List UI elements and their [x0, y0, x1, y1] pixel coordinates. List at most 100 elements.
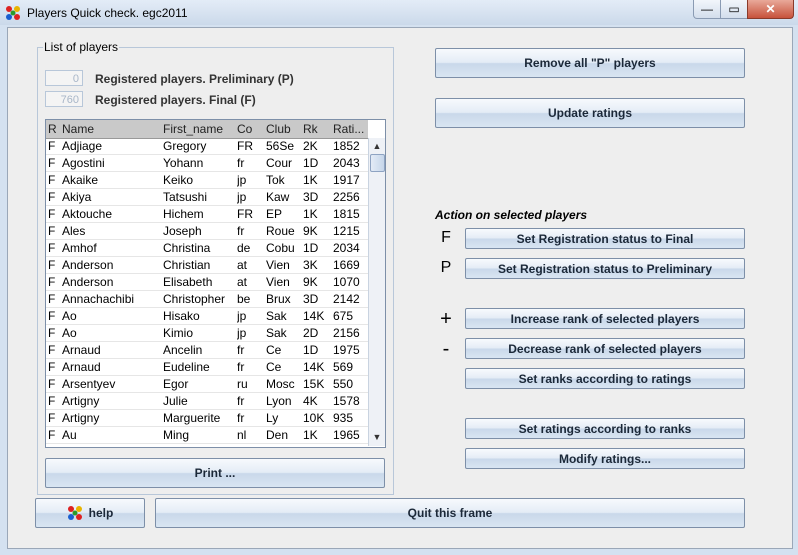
minimize-button[interactable]: —: [693, 0, 721, 19]
plus-symbol: +: [440, 308, 452, 330]
cell-registration: F: [48, 275, 56, 289]
cell-country: FR: [237, 139, 253, 153]
modify-ratings-button[interactable]: Modify ratings...: [465, 448, 745, 469]
cell-registration: F: [48, 292, 56, 306]
maximize-button[interactable]: ▭: [720, 0, 748, 19]
app-logo-icon: [6, 6, 20, 20]
cell-first-name: Hichem: [163, 207, 204, 221]
cell-name: Anderson: [62, 275, 114, 289]
column-header-country[interactable]: Co: [237, 122, 263, 136]
cell-rank: 1K: [303, 173, 318, 187]
table-row[interactable]: F Agostini Yohann fr Cour 1D 2043: [46, 155, 368, 172]
column-header-registration[interactable]: R: [48, 122, 60, 136]
minus-symbol: -: [442, 338, 450, 360]
cell-club: Ce: [266, 360, 282, 374]
cell-registration: F: [48, 173, 56, 187]
cell-registration: F: [48, 326, 56, 340]
ratings-by-ranks-button[interactable]: Set ratings according to ranks: [465, 418, 745, 439]
maximize-icon: ▭: [728, 2, 740, 16]
table-row[interactable]: F Amhof Christina de Cobu 1D 2034: [46, 240, 368, 257]
table-row[interactable]: F Ao Hisako jp Sak 14K 675: [46, 308, 368, 325]
close-button[interactable]: ✕: [747, 0, 794, 19]
table-row[interactable]: F Artigny Marguerite fr Ly 10K 935: [46, 410, 368, 427]
cell-country: be: [237, 292, 251, 306]
cell-country: at: [237, 275, 248, 289]
help-label: help: [88, 506, 114, 520]
cell-first-name: Julie: [163, 394, 188, 408]
table-row[interactable]: FAulaMatti fiTorn1K1839: [46, 444, 368, 447]
print-button[interactable]: Print ...: [45, 458, 385, 488]
cell-rating: 1917: [333, 173, 360, 187]
table-row[interactable]: F Ales Joseph fr Roue 9K 1215: [46, 223, 368, 240]
cell-country: de: [237, 241, 251, 255]
cell-name: Akiya: [62, 190, 92, 204]
preliminary-symbol: P: [440, 259, 452, 276]
cell-name: Au: [62, 428, 77, 442]
column-header-rating[interactable]: Rati...: [333, 122, 366, 136]
column-header-name[interactable]: Name: [62, 122, 160, 136]
cell-rank: 2K: [303, 139, 318, 153]
scroll-up-icon[interactable]: ▲: [370, 139, 384, 153]
cell-registration: F: [48, 445, 60, 447]
cell-country: fr: [237, 343, 245, 357]
cell-first-name: Yohann: [163, 156, 204, 170]
cell-name: Adjiage: [62, 139, 103, 153]
cell-rank: 3K: [303, 258, 318, 272]
players-table[interactable]: R Name First_name Co Club Rk Rati... F Ad…: [45, 119, 386, 448]
table-row[interactable]: F Aktouche Hichem FR EP 1K 1815: [46, 206, 368, 223]
cell-registration: F: [48, 394, 56, 408]
cell-country: ru: [237, 377, 248, 391]
table-row[interactable]: F Annachachibi Christopher be Brux 3D 2142: [46, 291, 368, 308]
cell-registration: F: [48, 190, 56, 204]
table-row[interactable]: F Arnaud Eudeline fr Ce 14K 569: [46, 359, 368, 376]
column-header-rank[interactable]: Rk: [303, 122, 330, 136]
cell-first-name: Keiko: [163, 173, 194, 187]
table-row[interactable]: F Artigny Julie fr Lyon 4K 1578: [46, 393, 368, 410]
cell-name: Arnaud: [62, 360, 101, 374]
cell-name: Anderson: [62, 258, 114, 272]
cell-first-name: Tatsushi: [163, 190, 208, 204]
help-button[interactable]: help: [35, 498, 145, 528]
cell-club: Sak: [266, 309, 287, 323]
scroll-down-icon[interactable]: ▼: [370, 430, 384, 444]
cell-first-name: Hisako: [163, 309, 200, 323]
table-row[interactable]: F Akaike Keiko jp Tok 1K 1917: [46, 172, 368, 189]
increase-rank-button[interactable]: Increase rank of selected players: [465, 308, 745, 329]
cell-name: Aula: [62, 445, 160, 447]
cell-country: fr: [237, 411, 245, 425]
cell-rating: 550: [333, 377, 354, 391]
table-row[interactable]: F Akiya Tatsushi jp Kaw 3D 2256: [46, 189, 368, 206]
table-row[interactable]: F Au Ming nl Den 1K 1965: [46, 427, 368, 444]
table-row[interactable]: F Ao Kimio jp Sak 2D 2156: [46, 325, 368, 342]
update-ratings-button[interactable]: Update ratings: [435, 98, 745, 128]
cell-registration: F: [48, 224, 56, 238]
scroll-thumb[interactable]: [370, 154, 385, 172]
remove-p-players-button[interactable]: Remove all "P" players: [435, 48, 745, 78]
cell-name: Annachachibi: [62, 292, 135, 306]
ranks-by-ratings-button[interactable]: Set ranks according to ratings: [465, 368, 745, 389]
table-row[interactable]: F Adjiage Gregory FR 56Se 2K 1852: [46, 138, 368, 155]
cell-rating: 1215: [333, 224, 360, 238]
decrease-rank-button[interactable]: Decrease rank of selected players: [465, 338, 745, 359]
cell-club: Mosc: [266, 377, 295, 391]
column-header-first-name[interactable]: First_name: [163, 122, 233, 136]
cell-first-name: Christian: [163, 258, 211, 272]
cell-first-name: Joseph: [163, 224, 202, 238]
table-row[interactable]: F Anderson Elisabeth at Vien 9K 1070: [46, 274, 368, 291]
cell-rating: 935: [333, 411, 354, 425]
cell-club: Vien: [266, 258, 290, 272]
set-final-button[interactable]: Set Registration status to Final: [465, 228, 745, 249]
table-row[interactable]: F Anderson Christian at Vien 3K 1669: [46, 257, 368, 274]
quit-button[interactable]: Quit this frame: [155, 498, 745, 528]
set-preliminary-button[interactable]: Set Registration status to Preliminary: [465, 258, 745, 279]
group-title: List of players: [43, 40, 120, 54]
cell-rating: 1578: [333, 394, 360, 408]
cell-registration: F: [48, 411, 56, 425]
table-row[interactable]: F Arnaud Ancelin fr Ce 1D 1975: [46, 342, 368, 359]
cell-registration: F: [48, 428, 56, 442]
cell-rank: 14K: [303, 360, 325, 374]
table-row[interactable]: F Arsentyev Egor ru Mosc 15K 550: [46, 376, 368, 393]
column-header-club[interactable]: Club: [266, 122, 300, 136]
table-header: R Name First_name Co Club Rk Rati...: [46, 120, 368, 139]
table-scrollbar[interactable]: ▲ ▼: [368, 138, 385, 446]
